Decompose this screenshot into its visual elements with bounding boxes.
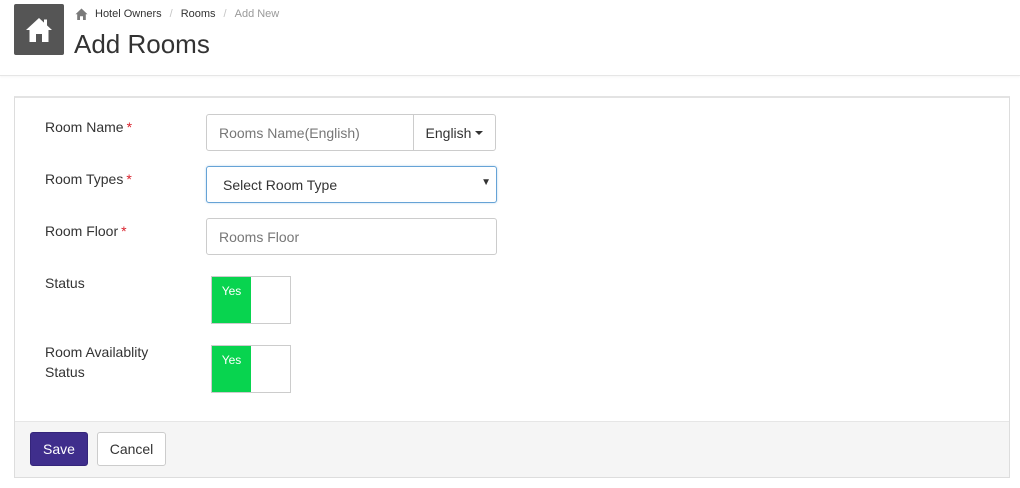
home-icon[interactable] xyxy=(14,4,64,55)
room-types-label-text: Room Types xyxy=(45,171,124,187)
form-footer: Save Cancel xyxy=(15,421,1009,477)
caret-down-icon xyxy=(475,130,484,135)
room-floor-label-text: Room Floor xyxy=(45,223,119,239)
page-title: Add Rooms xyxy=(74,29,210,59)
add-room-form: Room Name* English Room Types* Select Ro… xyxy=(14,96,1010,478)
page-header: Hotel Owners / Rooms / Add New Add Rooms xyxy=(0,0,1020,76)
breadcrumb: Hotel Owners / Rooms / Add New xyxy=(75,6,279,22)
room-types-label: Room Types * xyxy=(45,169,132,189)
breadcrumb-separator: / xyxy=(223,8,227,20)
required-mark: * xyxy=(126,171,132,187)
status-toggle[interactable]: Yes xyxy=(211,276,291,324)
required-mark: * xyxy=(121,223,127,239)
room-type-select[interactable]: Select Room Type ▼ xyxy=(206,166,497,203)
room-type-selected: Select Room Type xyxy=(223,176,338,193)
breadcrumb-link-hotel-owners[interactable]: Hotel Owners xyxy=(95,8,162,20)
breadcrumb-link-rooms[interactable]: Rooms xyxy=(181,8,216,20)
status-toggle-on: Yes xyxy=(212,277,251,323)
breadcrumb-separator: / xyxy=(169,8,173,20)
required-mark: * xyxy=(126,119,133,135)
room-name-input[interactable] xyxy=(206,114,414,151)
room-floor-input[interactable] xyxy=(206,218,497,255)
home-icon[interactable] xyxy=(75,8,88,21)
room-availability-toggle[interactable]: Yes xyxy=(211,345,291,393)
save-button[interactable]: Save xyxy=(30,432,88,466)
room-name-label-text: Room Name xyxy=(45,119,124,135)
language-dropdown[interactable]: English xyxy=(413,114,496,151)
room-availability-toggle-on: Yes xyxy=(212,346,251,392)
room-name-label: Room Name * xyxy=(45,117,132,137)
room-availability-label: Room Availablity Status xyxy=(45,344,149,380)
language-label: English xyxy=(425,124,472,141)
chevron-down-icon: ▼ xyxy=(481,177,491,188)
cancel-button[interactable]: Cancel xyxy=(97,432,166,466)
breadcrumb-current: Add New xyxy=(234,8,280,20)
status-label: Status xyxy=(45,275,85,291)
room-floor-label: Room Floor * xyxy=(45,221,127,241)
